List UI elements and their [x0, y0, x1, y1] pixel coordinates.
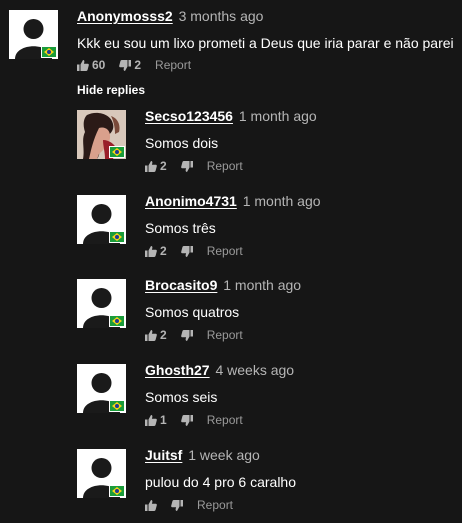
reply-comment: Brocasito9 1 month ago Somos quatros 2 R…	[0, 269, 462, 349]
avatar[interactable]	[77, 195, 126, 244]
brazil-flag-icon	[109, 315, 125, 327]
timestamp: 4 weeks ago	[215, 362, 295, 378]
username-link[interactable]: Secso123456	[145, 108, 233, 124]
username-link[interactable]: Juitsf	[145, 447, 182, 463]
report-link[interactable]: Report	[197, 498, 233, 512]
thumbs-down-icon	[119, 59, 132, 71]
thumbs-down-icon	[171, 499, 183, 511]
thumbs-down-icon	[180, 160, 193, 172]
thumbs-up-icon	[145, 414, 157, 426]
comment-text: pulou do 4 pro 6 caralho	[145, 474, 296, 490]
thumbs-up-icon	[145, 160, 157, 172]
reply-comment: Anonimo4731 1 month ago Somos três 2 Rep…	[0, 185, 462, 265]
like-button[interactable]: 60	[77, 58, 105, 72]
username-link[interactable]: Brocasito9	[145, 277, 217, 293]
like-button[interactable]: 1	[145, 413, 167, 427]
timestamp: 1 month ago	[238, 108, 317, 124]
report-link[interactable]: Report	[207, 159, 243, 173]
brazil-flag-icon	[109, 231, 125, 243]
like-button[interactable]: 2	[145, 244, 167, 258]
reply-comment: Juitsf 1 week ago pulou do 4 pro 6 caral…	[0, 439, 462, 519]
thumbs-down-icon	[180, 414, 193, 426]
thumbs-down-icon	[180, 329, 193, 341]
like-count: 2	[160, 159, 167, 173]
timestamp: 3 months ago	[178, 8, 264, 24]
report-link[interactable]: Report	[155, 58, 191, 72]
avatar[interactable]	[77, 364, 126, 413]
dislike-button[interactable]	[180, 245, 193, 257]
like-count: 2	[160, 244, 167, 258]
like-button[interactable]: 2	[145, 159, 167, 173]
report-link[interactable]: Report	[207, 328, 243, 342]
thumbs-down-icon	[180, 245, 193, 257]
avatar[interactable]	[77, 279, 126, 328]
like-count: 60	[92, 58, 106, 72]
comment-text: Somos quatros	[145, 304, 240, 320]
comment-text: Kkk eu sou um lixo prometi a Deus que ir…	[77, 35, 454, 51]
avatar[interactable]	[77, 110, 126, 159]
brazil-flag-icon	[109, 400, 125, 412]
dislike-count: 2	[134, 58, 142, 72]
thumbs-up-icon	[145, 499, 157, 511]
username-link[interactable]: Anonymosss2	[77, 8, 173, 24]
hide-replies-link[interactable]: Hide replies	[77, 83, 145, 97]
dislike-button[interactable]	[180, 329, 193, 341]
reply-comment: Ghosth27 4 weeks ago Somos seis 1 Report	[0, 354, 462, 434]
brazil-flag-icon	[109, 485, 125, 497]
thumbs-up-icon	[77, 59, 89, 71]
timestamp: 1 month ago	[223, 277, 302, 293]
like-button[interactable]: 2	[145, 328, 167, 342]
avatar[interactable]	[9, 10, 58, 59]
report-link[interactable]: Report	[207, 244, 243, 258]
main-comment: Anonymosss2 3 months ago Kkk eu sou um l…	[0, 0, 462, 80]
like-count: 2	[160, 328, 167, 342]
brazil-flag-icon	[41, 46, 57, 58]
dislike-button[interactable]: 2	[119, 58, 141, 72]
dislike-button[interactable]	[180, 160, 193, 172]
comment-text: Somos seis	[145, 389, 218, 405]
username-link[interactable]: Anonimo4731	[145, 193, 237, 209]
like-button[interactable]	[145, 499, 157, 511]
timestamp: 1 month ago	[242, 193, 321, 209]
username-link[interactable]: Ghosth27	[145, 362, 210, 378]
like-count: 1	[160, 413, 167, 427]
brazil-flag-icon	[109, 146, 125, 158]
comment-text: Somos três	[145, 220, 216, 236]
timestamp: 1 week ago	[188, 447, 260, 463]
thumbs-up-icon	[145, 245, 157, 257]
report-link[interactable]: Report	[207, 413, 243, 427]
thumbs-up-icon	[145, 329, 157, 341]
dislike-button[interactable]	[171, 499, 183, 511]
avatar[interactable]	[77, 449, 126, 498]
reply-comment: Secso123456 1 month ago Somos dois 2 Rep…	[0, 100, 462, 180]
dislike-button[interactable]	[180, 414, 193, 426]
comment-text: Somos dois	[145, 135, 219, 151]
